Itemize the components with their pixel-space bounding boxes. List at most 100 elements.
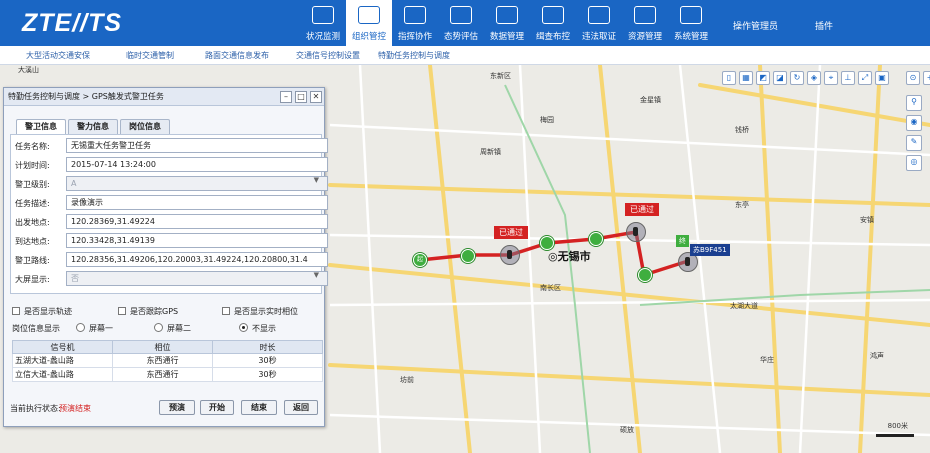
- subnav-signal-settings[interactable]: 交通信号控制设置: [296, 50, 360, 61]
- screen-icon: [680, 6, 702, 24]
- pan-icon[interactable]: ⊙: [906, 71, 920, 85]
- route-marker[interactable]: [589, 232, 603, 246]
- radio-screen-two[interactable]: 屏幕二: [154, 323, 191, 334]
- plan-time-input[interactable]: 2015-07-14 13:24:00: [66, 157, 328, 172]
- forbidden-icon: [588, 6, 610, 24]
- tab-system[interactable]: 系统管理: [668, 0, 714, 46]
- map-label: 东新区: [490, 72, 511, 80]
- map-label: 硕放: [620, 426, 634, 434]
- panel-tabs: 警卫信息 警力信息 岗位信息: [16, 119, 170, 134]
- layer-icon[interactable]: ▯: [722, 71, 736, 85]
- print-icon[interactable]: ▣: [875, 71, 889, 85]
- select-icon[interactable]: ◩: [756, 71, 770, 85]
- minimize-button[interactable]: –: [280, 91, 292, 103]
- map-label: 周新镇: [480, 148, 501, 156]
- subnav-info-release[interactable]: 路面交通信息发布: [205, 50, 269, 61]
- table-row[interactable]: 五湖大道-蠡山路 东西通行 30秒: [12, 353, 323, 368]
- tab-police-info[interactable]: 警力信息: [68, 119, 118, 134]
- map-label: 太湖大道: [730, 302, 758, 310]
- pin-icon[interactable]: ⚲: [906, 95, 922, 111]
- signal-table: 信号机 相位 时长 五湖大道-蠡山路 东西通行 30秒 立信大道-蠡山路 东西通…: [12, 340, 323, 382]
- locate-icon[interactable]: ⌖: [824, 71, 838, 85]
- map-label: 大溪山: [18, 66, 39, 74]
- departure-input[interactable]: 120.28369,31.49224: [66, 214, 328, 229]
- users-icon: [404, 6, 426, 24]
- traffic-signal-icon[interactable]: [626, 222, 646, 242]
- map-label: 华庄: [760, 356, 774, 364]
- subnav-temp-control[interactable]: 临时交通管制: [126, 50, 174, 61]
- vehicle-plate-tag: 苏B9F451: [690, 244, 730, 256]
- operator-link[interactable]: 操作管理员: [733, 19, 778, 32]
- view-icon[interactable]: ◎: [906, 155, 922, 171]
- grid-icon[interactable]: ▦: [739, 71, 753, 85]
- tab-resource[interactable]: 资源管理: [622, 0, 668, 46]
- close-button[interactable]: ✕: [310, 91, 322, 103]
- fullscreen-icon[interactable]: ⤢: [858, 71, 872, 85]
- back-button[interactable]: 返回: [284, 400, 318, 415]
- radio-screen-one[interactable]: 屏幕一: [76, 323, 113, 334]
- city-label: ◎无锡市: [548, 250, 591, 263]
- tab-situation-eval[interactable]: 态势评估: [438, 0, 484, 46]
- tab-violation[interactable]: 违法取证: [576, 0, 622, 46]
- track-gps-checkbox[interactable]: 是否跟踪GPS: [118, 306, 178, 317]
- eye-icon: [312, 6, 334, 24]
- subnav-event-security[interactable]: 大型活动交通安保: [26, 50, 90, 61]
- col-signal: 信号机: [12, 340, 113, 354]
- post-display-label: 岗位信息显示: [12, 324, 60, 333]
- tab-status-monitor[interactable]: 状况监测: [300, 0, 346, 46]
- route-marker[interactable]: [638, 268, 652, 282]
- tab-inspection[interactable]: 缉查布控: [530, 0, 576, 46]
- plugin-link[interactable]: 插件: [815, 19, 833, 32]
- task-desc-input[interactable]: 录像演示: [66, 195, 328, 210]
- arrival-input[interactable]: 120.33428,31.49139: [66, 233, 328, 248]
- measure-icon[interactable]: ◈: [807, 71, 821, 85]
- route-marker[interactable]: [461, 249, 475, 263]
- big-screen-select[interactable]: 否: [66, 271, 328, 286]
- chevron-down-icon: ▼: [313, 176, 319, 184]
- refresh-icon[interactable]: ↻: [790, 71, 804, 85]
- route-input[interactable]: 120.28356,31.49206,120.20003,31.49224,12…: [66, 252, 328, 267]
- maximize-button[interactable]: □: [295, 91, 307, 103]
- subnav-special-task[interactable]: 特勤任务控制与调度: [378, 50, 450, 61]
- show-track-checkbox[interactable]: 是否显示轨迹: [12, 306, 72, 317]
- end-button[interactable]: 结束: [241, 400, 277, 415]
- col-duration: 时长: [212, 340, 323, 354]
- table-row[interactable]: 立信大道-蠡山路 东西通行 30秒: [12, 367, 323, 382]
- end-tag: 终: [676, 235, 689, 247]
- preview-button[interactable]: 预演: [159, 400, 195, 415]
- traffic-signal-icon[interactable]: [500, 245, 520, 265]
- scale-bar: [876, 434, 914, 437]
- show-phase-checkbox[interactable]: 是否显示实时相位: [222, 306, 298, 317]
- map-label: 梅园: [540, 116, 554, 124]
- field-guard-level: 警卫级别: A ▼: [15, 176, 328, 191]
- field-task-desc: 任务描述: 录像演示: [15, 195, 328, 210]
- sub-navigation: 大型活动交通安保 临时交通管制 路面交通信息发布 交通信号控制设置 特勤任务控制…: [0, 46, 930, 65]
- map-label: 鸿声: [870, 352, 884, 360]
- tab-guard-info[interactable]: 警卫信息: [16, 119, 66, 134]
- task-name-input[interactable]: 无锡重大任务警卫任务: [66, 138, 328, 153]
- eye-control-icon: [358, 6, 380, 24]
- tab-org-control[interactable]: 组织管控: [346, 0, 392, 46]
- start-button[interactable]: 开始: [200, 400, 234, 415]
- map-label: 坊前: [400, 376, 414, 384]
- tool-icon[interactable]: ✎: [906, 135, 922, 151]
- map-label: 东亭: [735, 201, 749, 209]
- tab-command-collab[interactable]: 指挥协作: [392, 0, 438, 46]
- tab-post-info[interactable]: 岗位信息: [120, 119, 170, 134]
- route-marker[interactable]: [540, 236, 554, 250]
- zoom-in-icon[interactable]: +: [923, 71, 930, 85]
- zoom-box-icon[interactable]: ◪: [773, 71, 787, 85]
- map-label: 钱桥: [735, 126, 749, 134]
- field-arrival: 到达地点: 120.33428,31.49139: [15, 233, 328, 248]
- radio-no-display[interactable]: 不显示: [239, 323, 276, 334]
- map-label: 金星镇: [640, 96, 661, 104]
- map-label: 南长区: [540, 284, 561, 292]
- tab-data-manage[interactable]: 数据管理: [484, 0, 530, 46]
- guard-level-select[interactable]: A: [66, 176, 328, 191]
- start-marker[interactable]: 起: [413, 253, 427, 267]
- map-label: 安镇: [860, 216, 874, 224]
- zte-logo: ZTE//TS: [22, 9, 123, 37]
- top-header: ZTE//TS 状况监测 组织管控 指挥协作 态势评估 数据管理 缉查布控 违法…: [0, 0, 930, 46]
- badge-icon[interactable]: ◉: [906, 115, 922, 131]
- text-icon[interactable]: ⊥: [841, 71, 855, 85]
